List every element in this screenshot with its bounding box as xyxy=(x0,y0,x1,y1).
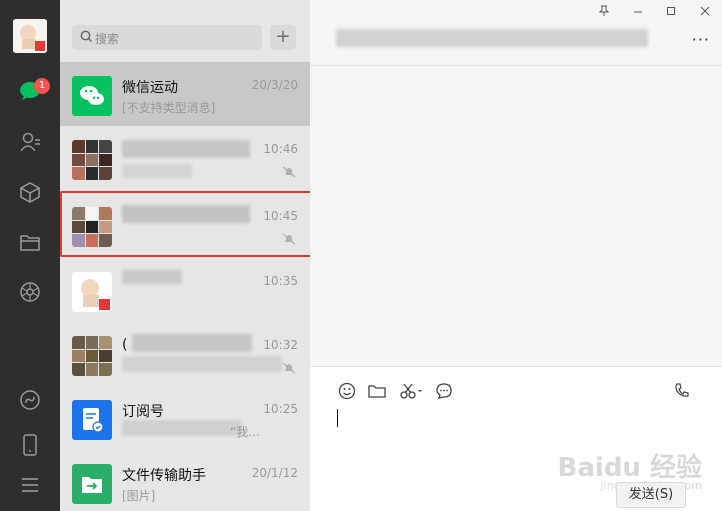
chat-name: 微信运动 xyxy=(122,80,178,96)
close-button[interactable] xyxy=(698,5,712,19)
chat-item-subscriptions[interactable]: 订阅号 10:25 “我... xyxy=(60,386,310,450)
chat-item-file-transfer[interactable]: 文件传输助手 20/1/12 [图片] xyxy=(60,450,310,511)
wechat-sports-icon xyxy=(80,86,104,105)
chat-item-group-1[interactable]: 10:46 xyxy=(60,126,310,190)
favorites-nav-button[interactable] xyxy=(15,177,45,207)
add-chat-button[interactable]: + xyxy=(270,25,296,50)
chat-window: ··· Baidu 经验 发送(S) xyxy=(310,0,722,511)
group-avatar-grid xyxy=(72,336,112,376)
chat-time: 20/3/20 xyxy=(251,78,298,92)
mute-bell-icon xyxy=(282,362,296,374)
subscriptions-avatar xyxy=(72,400,112,440)
chat-header: ··· xyxy=(310,0,722,66)
message-area[interactable] xyxy=(310,66,722,366)
blurred-preview xyxy=(122,420,242,436)
minimize-icon xyxy=(634,11,642,13)
file-transfer-avatar xyxy=(72,464,112,504)
search-icon xyxy=(80,30,92,42)
message-composer: Baidu 经验 jingyan.baidu.com 发送(S) xyxy=(310,366,722,511)
group-avatar xyxy=(72,336,112,376)
chat-time: 10:32 xyxy=(263,338,298,352)
group-avatar xyxy=(72,140,112,180)
plus-icon: + xyxy=(275,26,291,47)
menu-nav-button[interactable] xyxy=(15,470,45,500)
screenshot-button[interactable] xyxy=(398,380,426,402)
wechat-sports-avatar xyxy=(72,76,112,116)
avatar-image xyxy=(13,19,47,53)
search-input[interactable]: 搜索 xyxy=(95,30,119,47)
mute-bell-icon xyxy=(282,166,296,178)
folder-icon xyxy=(368,385,386,398)
folder-icon xyxy=(20,235,40,251)
contact-avatar-image xyxy=(81,279,110,310)
phone-nav-button[interactable] xyxy=(15,430,45,460)
chat-name: 订阅号 xyxy=(122,404,164,420)
ellipsis-icon: ··· xyxy=(691,30,710,49)
mini-programs-nav-button[interactable] xyxy=(15,385,45,415)
blurred-name xyxy=(122,270,182,284)
maximize-icon xyxy=(667,7,675,15)
voice-call-button[interactable] xyxy=(672,380,694,402)
scissors-icon xyxy=(400,383,422,399)
pin-button[interactable] xyxy=(597,5,611,19)
chat-history-button[interactable] xyxy=(433,380,455,402)
close-icon xyxy=(700,6,710,16)
minimize-button[interactable] xyxy=(631,5,645,19)
more-options-button[interactable]: ··· xyxy=(692,30,710,49)
contact-avatar xyxy=(72,272,112,312)
files-nav-button[interactable] xyxy=(15,227,45,257)
blurred-preview xyxy=(122,164,192,178)
blurred-chat-title xyxy=(336,29,648,47)
chat-item-contact[interactable]: 10:35 xyxy=(60,258,310,322)
moments-nav-button[interactable] xyxy=(15,277,45,307)
search-box[interactable]: 搜索 xyxy=(72,25,262,50)
chat-time: 20/1/12 xyxy=(251,466,298,480)
subscription-icon xyxy=(83,408,104,433)
contacts-nav-button[interactable] xyxy=(15,127,45,157)
hamburger-menu-icon xyxy=(22,478,38,492)
highlight-box xyxy=(60,191,314,257)
group-avatar-grid xyxy=(72,140,112,180)
moments-icon xyxy=(20,282,40,302)
blurred-name xyxy=(122,140,250,158)
chat-preview: “我... xyxy=(230,425,260,439)
chat-name: ( xyxy=(122,337,128,353)
pin-icon xyxy=(598,5,610,16)
emoji-icon xyxy=(338,382,356,400)
left-navbar: 1 xyxy=(0,0,60,511)
contacts-icon xyxy=(20,132,40,152)
user-avatar[interactable] xyxy=(13,19,47,53)
send-file-button[interactable] xyxy=(366,380,388,402)
chat-time: 10:46 xyxy=(263,142,298,156)
cube-icon xyxy=(20,182,40,203)
mini-program-icon xyxy=(20,390,40,410)
chat-time: 10:25 xyxy=(263,402,298,416)
chat-name: 文件传输助手 xyxy=(122,468,206,484)
file-transfer-icon xyxy=(82,477,102,493)
emoji-button[interactable] xyxy=(336,380,358,402)
chat-item-wechat-sports[interactable]: 微信运动 20/3/20 [不支持类型消息] xyxy=(60,62,310,126)
chat-preview: [不支持类型消息] xyxy=(122,101,216,115)
unread-badge: 1 xyxy=(34,78,50,94)
maximize-button[interactable] xyxy=(664,5,678,19)
chat-time: 10:35 xyxy=(263,274,298,288)
message-bubble-icon xyxy=(436,383,452,399)
chat-preview: [图片] xyxy=(122,489,156,503)
send-button[interactable]: 发送(S) xyxy=(616,482,686,508)
chat-item-group-3[interactable]: ( 10:32 xyxy=(60,322,310,386)
phone-call-icon xyxy=(675,383,689,397)
text-input-caret[interactable] xyxy=(337,409,338,427)
blurred-name xyxy=(132,334,252,352)
blurred-preview xyxy=(122,356,282,372)
phone-icon xyxy=(23,434,37,456)
